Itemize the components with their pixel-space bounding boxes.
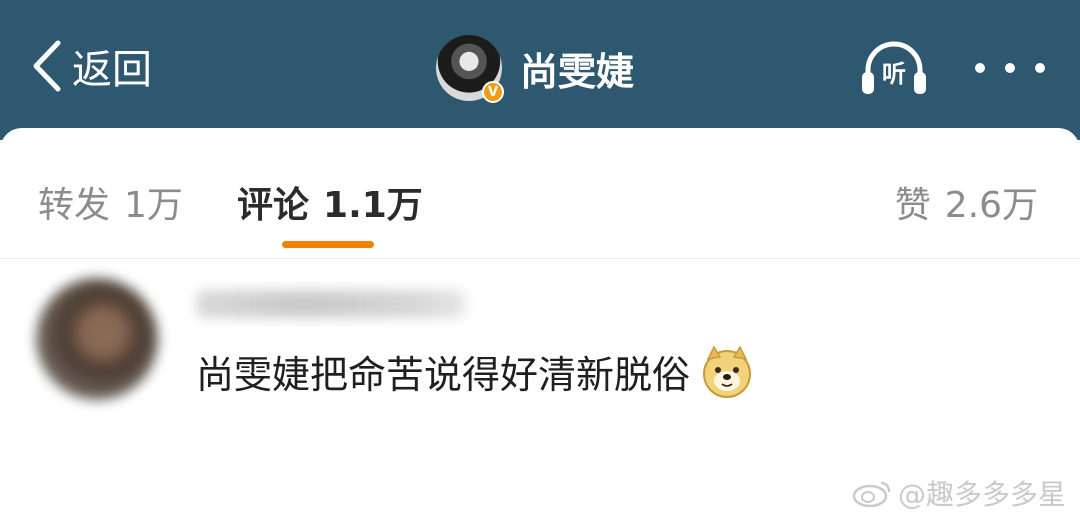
more-dot-icon (975, 63, 985, 73)
back-label: 返回 (72, 47, 152, 93)
tab-repost-count: 1万 (124, 185, 183, 226)
tab-comment-label: 评论 (237, 185, 310, 226)
tab-comment-count: 1.1万 (323, 185, 423, 226)
content-card: 转发 1万 评论 1.1万 赞 2.6万 尚雯婕把命苦说得好清新脱俗 @趣多多多… (0, 128, 1080, 519)
back-button[interactable]: 返回 (30, 36, 152, 96)
listen-label: 听 (882, 60, 906, 88)
commenter-avatar[interactable] (36, 278, 158, 400)
comment-item[interactable]: 尚雯婕把命苦说得好清新脱俗 (0, 268, 1080, 428)
commenter-name-blurred[interactable] (196, 290, 466, 318)
tab-like[interactable]: 赞 2.6万 (895, 176, 1038, 226)
tab-repost[interactable]: 转发 1万 (38, 176, 183, 226)
profile-name: 尚雯婕 (520, 49, 635, 94)
comment-text-row: 尚雯婕把命苦说得好清新脱俗 (196, 344, 754, 399)
watermark: @趣多多多星 (852, 473, 1066, 513)
tab-comment[interactable]: 评论 1.1万 (237, 176, 423, 226)
avatar[interactable]: V (436, 35, 504, 103)
chevron-left-icon (33, 40, 61, 92)
doge-emoji-icon (703, 344, 752, 398)
more-dot-icon (1005, 63, 1015, 73)
verified-badge-icon: V (482, 81, 504, 103)
tab-like-count: 2.6万 (944, 185, 1038, 226)
watermark-text: @趣多多多星 (897, 478, 1066, 511)
more-options-button[interactable] (975, 58, 1045, 78)
tab-like-label: 赞 (894, 185, 931, 226)
tab-repost-label: 转发 (38, 185, 111, 226)
top-bar: 返回 V 尚雯婕 听 (0, 0, 1080, 140)
more-dot-icon (1035, 63, 1045, 73)
weibo-logo-icon (852, 481, 891, 507)
listen-button[interactable]: 听 (858, 38, 930, 98)
tab-bar: 转发 1万 评论 1.1万 赞 2.6万 (0, 128, 1080, 259)
profile-header[interactable]: V 尚雯婕 (436, 34, 635, 103)
active-tab-indicator (282, 241, 374, 248)
comment-text: 尚雯婕把命苦说得好清新脱俗 (196, 353, 691, 397)
